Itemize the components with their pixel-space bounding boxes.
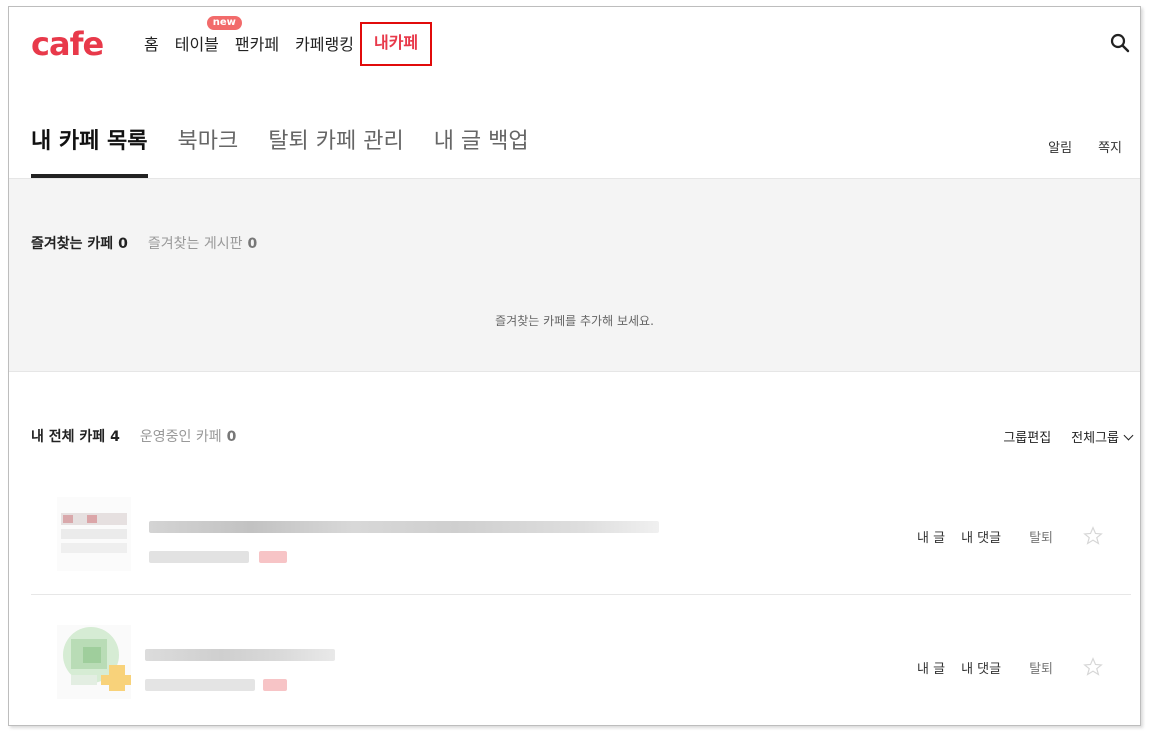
cafe-logo[interactable]: cafe	[31, 25, 104, 63]
tab-bookmark[interactable]: 북마크	[178, 122, 239, 178]
group-filter-dropdown[interactable]: 전체그룹	[1071, 427, 1134, 446]
tab-post-backup[interactable]: 내 글 백업	[434, 122, 529, 178]
quit-cafe-link[interactable]: 탈퇴	[1029, 658, 1053, 677]
tab-quit-cafe[interactable]: 탈퇴 카페 관리	[268, 122, 403, 178]
edit-group-button[interactable]: 그룹편집	[1003, 427, 1051, 446]
all-cafes-count: 4	[110, 429, 120, 445]
managing-cafes-tab[interactable]: 운영중인 카페 0	[140, 426, 236, 446]
gnb-table-label: 테이블	[174, 35, 219, 54]
page-frame: cafe 홈 테이블 new 팬카페 카페랭킹 내카페 내 카페 목록 북마크 …	[8, 6, 1141, 726]
managing-cafes-label: 운영중인 카페	[139, 429, 222, 445]
gnb-table[interactable]: 테이블 new	[174, 16, 242, 58]
my-comments-link[interactable]: 내 댓글	[961, 527, 1001, 546]
cafe-tag-blurred	[259, 551, 287, 563]
fav-cafe-count: 0	[118, 236, 128, 252]
notice-link[interactable]: 알림	[1048, 137, 1072, 156]
favorites-tabs: 즐겨찾는 카페 0 즐겨찾는 게시판 0	[31, 233, 257, 253]
cafe-list-item[interactable]: 내 글 내 댓글 탈퇴	[31, 597, 1131, 721]
quit-cafe-link[interactable]: 탈퇴	[1029, 527, 1053, 546]
chevron-down-icon	[1123, 430, 1134, 441]
cafe-tag-blurred	[263, 679, 287, 691]
cafe-meta-blurred	[149, 551, 249, 563]
new-badge: new	[206, 16, 242, 30]
top-nav: cafe 홈 테이블 new 팬카페 카페랭킹 내카페	[9, 7, 1140, 87]
all-cafes-label: 내 전체 카페	[31, 429, 106, 445]
row-actions: 내 글 내 댓글 탈퇴	[917, 526, 1103, 546]
cafe-thumbnail	[57, 497, 131, 571]
cafe-meta-blurred	[145, 679, 255, 691]
managing-cafes-count: 0	[226, 429, 237, 445]
fav-board-count: 0	[247, 236, 258, 252]
favorites-empty-text: 즐겨찾는 카페를 추가해 보세요.	[495, 314, 654, 328]
global-nav: 홈 테이블 new 팬카페 카페랭킹 내카페	[144, 16, 448, 66]
my-posts-link[interactable]: 내 글	[917, 658, 945, 677]
group-filter-label: 전체그룹	[1071, 431, 1119, 446]
favorites-section: 즐겨찾는 카페 0 즐겨찾는 게시판 0 즐겨찾는 카페를 추가해 보세요.	[9, 178, 1140, 372]
group-controls: 그룹편집 전체그룹	[1003, 427, 1134, 446]
search-icon[interactable]	[1110, 33, 1130, 53]
fav-cafe-label: 즐겨찾는 카페	[31, 236, 114, 252]
cafe-name-blurred	[145, 649, 335, 661]
gnb-mycafe[interactable]: 내카페	[359, 22, 433, 66]
cafe-thumbnail	[57, 625, 131, 699]
star-icon[interactable]	[1083, 526, 1103, 546]
my-comments-link[interactable]: 내 댓글	[961, 658, 1001, 677]
fav-board-label: 즐겨찾는 게시판	[147, 236, 243, 252]
star-icon[interactable]	[1083, 657, 1103, 677]
sub-right-links: 알림 쪽지	[1048, 137, 1122, 156]
sub-tabs: 내 카페 목록 북마크 탈퇴 카페 관리 내 글 백업	[31, 122, 559, 178]
tab-my-cafe-list[interactable]: 내 카페 목록	[31, 122, 148, 178]
cafe-list-item[interactable]: 내 글 내 댓글 탈퇴	[31, 471, 1131, 595]
cafe-name-blurred	[149, 521, 659, 533]
row-actions: 내 글 내 댓글 탈퇴	[917, 657, 1103, 677]
gnb-ranking[interactable]: 카페랭킹	[295, 32, 354, 58]
fav-cafe-tab[interactable]: 즐겨찾는 카페 0	[31, 233, 128, 253]
message-link[interactable]: 쪽지	[1098, 137, 1122, 156]
my-posts-link[interactable]: 내 글	[917, 527, 945, 546]
all-cafes-tab[interactable]: 내 전체 카페 4	[31, 426, 120, 446]
all-cafes-tabs: 내 전체 카페 4 운영중인 카페 0	[31, 426, 236, 446]
fav-board-tab[interactable]: 즐겨찾는 게시판 0	[148, 233, 257, 253]
gnb-fancafe[interactable]: 팬카페	[235, 32, 279, 58]
gnb-home[interactable]: 홈	[144, 32, 159, 58]
